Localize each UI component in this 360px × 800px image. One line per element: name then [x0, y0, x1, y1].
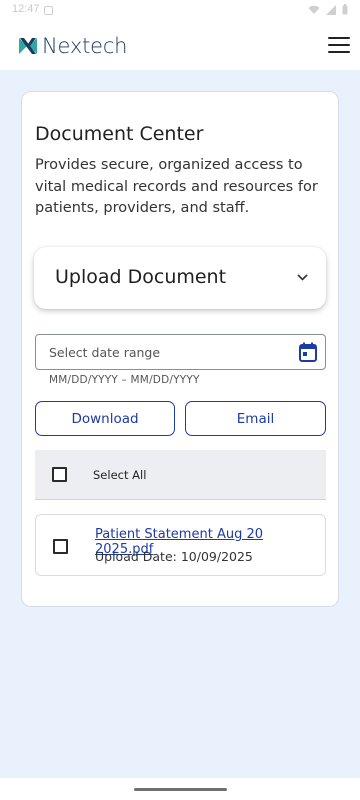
hamburger-line — [328, 37, 350, 39]
document-checkbox[interactable] — [53, 539, 68, 554]
signal-icon — [326, 4, 336, 15]
document-list-item: Patient Statement Aug 20 2025.pdf Upload… — [35, 514, 326, 576]
select-all-checkbox[interactable] — [52, 467, 67, 482]
chevron-down-icon — [297, 274, 308, 281]
logo-text: Nextech — [42, 34, 128, 58]
page-title: Document Center — [35, 123, 204, 145]
status-icons — [308, 4, 348, 15]
date-format-helper: MM/DD/YYYY – MM/DD/YYYY — [49, 374, 200, 386]
wifi-icon — [308, 5, 320, 14]
notification-icon — [44, 6, 53, 15]
select-all-label: Select All — [93, 468, 147, 482]
upload-document-label: Upload Document — [55, 266, 227, 288]
app-header: Nextech — [0, 22, 360, 70]
calendar-icon[interactable] — [299, 342, 317, 362]
status-time: 12:47 — [12, 3, 40, 15]
status-bar: 12:47 — [0, 0, 360, 22]
menu-button[interactable] — [328, 37, 350, 53]
date-range-input[interactable]: Select date range — [35, 334, 326, 370]
upload-document-panel[interactable]: Upload Document — [34, 247, 326, 309]
home-indicator[interactable] — [134, 788, 227, 791]
nextech-logo-icon — [19, 38, 37, 54]
email-button[interactable]: Email — [185, 401, 326, 436]
date-range-placeholder: Select date range — [49, 345, 161, 360]
download-button[interactable]: Download — [35, 401, 175, 436]
page-description: Provides secure, organized access to vit… — [35, 157, 318, 216]
battery-icon — [342, 4, 348, 15]
hamburger-line — [328, 51, 350, 53]
nextech-logo[interactable]: Nextech — [18, 34, 127, 58]
document-upload-date: Upload Date: 10/09/2025 — [95, 549, 253, 564]
hamburger-line — [328, 44, 350, 46]
document-center-card: Document Center Provides secure, organiz… — [21, 91, 339, 607]
select-all-row: Select All — [35, 450, 326, 500]
